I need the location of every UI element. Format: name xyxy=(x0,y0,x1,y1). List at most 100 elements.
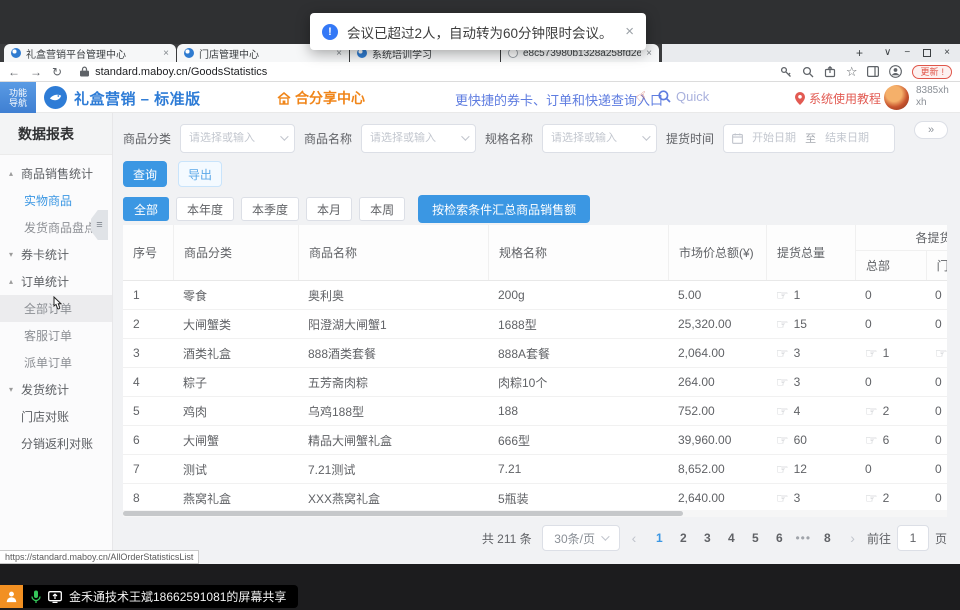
cell-category: 鸡肉 xyxy=(173,397,298,425)
product-name-select[interactable] xyxy=(361,124,476,153)
pickup-value: 12 xyxy=(794,462,807,476)
window-controls: + ∨ − × xyxy=(662,44,960,62)
summary-button[interactable]: 按检索条件汇总商品销售额 xyxy=(418,195,590,223)
cell-pickup-store: 0 xyxy=(925,281,947,309)
sidebar-item-发货统计[interactable]: ▾发货统计 xyxy=(0,376,112,403)
page-5[interactable]: 5 xyxy=(744,525,766,551)
range-tab-year[interactable]: 本年度 xyxy=(176,197,234,221)
category-select[interactable] xyxy=(180,124,295,153)
location-pin-icon xyxy=(795,92,805,105)
cell-product-name: 五芳斋肉粽 xyxy=(298,368,488,396)
pickup-value: 0 xyxy=(865,317,872,331)
spec-select[interactable] xyxy=(542,124,657,153)
sidebar-item-label: 门店对账 xyxy=(21,408,69,425)
toast-close-icon[interactable]: × xyxy=(625,23,634,40)
next-page-icon[interactable]: › xyxy=(848,530,857,546)
page-size-select[interactable]: 30条/页 xyxy=(542,525,620,551)
export-button[interactable]: 导出 xyxy=(178,161,222,187)
screen-share-indicator[interactable]: 金禾通技术王斌18662591081的屏幕共享 xyxy=(0,585,298,608)
col-product-name: 商品名称 xyxy=(298,225,488,280)
page-4[interactable]: 4 xyxy=(720,525,742,551)
pickup-value: 2 xyxy=(883,491,890,505)
goto-page: 前往 页 xyxy=(867,525,947,551)
cell-pickup-hq: 0 xyxy=(855,368,925,396)
range-tab-all[interactable]: 全部 xyxy=(123,197,169,221)
range-tab-quarter[interactable]: 本季度 xyxy=(241,197,299,221)
scrollbar-thumb[interactable] xyxy=(123,511,683,516)
tab-close-icon[interactable]: × xyxy=(163,48,169,59)
back-icon[interactable]: ← xyxy=(8,65,20,79)
zoom-icon[interactable] xyxy=(802,66,814,78)
app-header: 功能 导航 礼盒营销 – 标准版 合分享中心 更快捷的券卡、订单和快递查询入口 … xyxy=(0,82,960,113)
page-3[interactable]: 3 xyxy=(696,525,718,551)
date-range-picker[interactable]: 至 xyxy=(723,124,895,153)
user-avatar[interactable] xyxy=(884,85,909,110)
key-icon[interactable] xyxy=(780,66,792,78)
cell-category: 大闸蟹 xyxy=(173,426,298,454)
browser-update-button[interactable]: 更新 ! xyxy=(912,65,952,79)
sidebar-item-实物商品[interactable]: 实物商品 xyxy=(0,187,112,214)
sidebar-item-门店对账[interactable]: 门店对账 xyxy=(0,403,112,430)
share-icon[interactable] xyxy=(824,66,836,78)
tutorial-link[interactable]: 系统使用教程 xyxy=(795,90,881,107)
profile-icon[interactable] xyxy=(889,65,902,78)
new-tab-button[interactable]: + xyxy=(856,46,863,60)
range-tab-month[interactable]: 本月 xyxy=(306,197,352,221)
category-input[interactable] xyxy=(189,132,276,144)
share-center-link[interactable]: 合分享中心 xyxy=(277,88,365,108)
cell-pickup-total: ☞12 xyxy=(766,455,855,483)
side-panel-icon[interactable] xyxy=(867,66,879,77)
date-start-input[interactable] xyxy=(748,132,800,144)
sidebar-item-券卡统计[interactable]: ▾券卡统计 xyxy=(0,241,112,268)
function-nav-toggle[interactable]: 功能 导航 xyxy=(0,82,36,113)
forward-icon[interactable]: → xyxy=(30,65,42,79)
sidebar-item-客服订单[interactable]: 客服订单 xyxy=(0,322,112,349)
sidebar-item-label: 券卡统计 xyxy=(21,246,69,263)
spec-input[interactable] xyxy=(551,132,638,144)
pickup-value: 3 xyxy=(794,375,801,389)
sidebar-item-派单订单[interactable]: 派单订单 xyxy=(0,349,112,376)
query-button[interactable]: 查询 xyxy=(123,161,167,187)
cell-spec: 1688型 xyxy=(488,310,668,338)
table-row: 2大闸蟹类阳澄湖大闸蟹11688型25,320.00☞1500 xyxy=(123,310,947,339)
minimize-icon[interactable]: − xyxy=(904,48,910,58)
sidebar-item-商品销售统计[interactable]: ▴商品销售统计 xyxy=(0,160,112,187)
close-window-icon[interactable]: × xyxy=(944,48,950,58)
page-ellipsis[interactable]: ••• xyxy=(792,525,814,551)
filter-name-label: 商品名称 xyxy=(304,130,352,147)
pickup-value: 0 xyxy=(865,288,872,302)
reload-icon[interactable]: ↻ xyxy=(52,65,62,79)
horizontal-scrollbar[interactable] xyxy=(123,510,947,517)
bookmark-star-icon[interactable]: ☆ xyxy=(846,65,858,78)
tab-favicon-icon xyxy=(184,48,194,58)
cell-pickup-hq: ☞2 xyxy=(855,484,925,512)
date-end-input[interactable] xyxy=(821,132,873,144)
range-tab-week[interactable]: 本周 xyxy=(359,197,405,221)
maximize-icon[interactable] xyxy=(923,49,931,57)
tab-search-icon[interactable]: ∨ xyxy=(884,48,891,58)
tab-close-icon[interactable]: × xyxy=(646,48,652,59)
cell-pickup-total: ☞1 xyxy=(766,281,855,309)
page-8[interactable]: 8 xyxy=(816,525,838,551)
quick-search[interactable]: Quick xyxy=(658,89,709,104)
url-input[interactable]: standard.maboy.cn/GoodsStatistics xyxy=(80,65,770,79)
sidebar-item-分销返利对账[interactable]: 分销返利对账 xyxy=(0,430,112,457)
expand-filters-button[interactable]: » xyxy=(914,121,948,139)
pickup-hand-icon: ☞ xyxy=(865,346,878,360)
cell-index: 8 xyxy=(123,484,173,512)
cell-pickup-hq: 0 xyxy=(855,455,925,483)
range-tabs: 全部 本年度 本季度 本月 本周 按检索条件汇总商品销售额 xyxy=(123,195,590,223)
page-6[interactable]: 6 xyxy=(768,525,790,551)
page-2[interactable]: 2 xyxy=(672,525,694,551)
cell-index: 6 xyxy=(123,426,173,454)
page-1[interactable]: 1 xyxy=(648,525,670,551)
mouse-cursor xyxy=(50,296,64,314)
cell-amount: 5.00 xyxy=(668,281,766,309)
goto-page-input[interactable] xyxy=(897,525,929,551)
prev-page-icon[interactable]: ‹ xyxy=(630,530,639,546)
double-arrow-icon: » xyxy=(928,124,934,136)
product-name-input[interactable] xyxy=(370,132,457,144)
browser-tab-1[interactable]: 礼盒营销平台管理中心 × xyxy=(4,44,176,62)
pagination-bar: 共 211 条 30条/页 ‹ 1 2 3 4 5 6 ••• 8 › 前往 页 xyxy=(123,525,947,551)
sidebar-item-订单统计[interactable]: ▴订单统计 xyxy=(0,268,112,295)
